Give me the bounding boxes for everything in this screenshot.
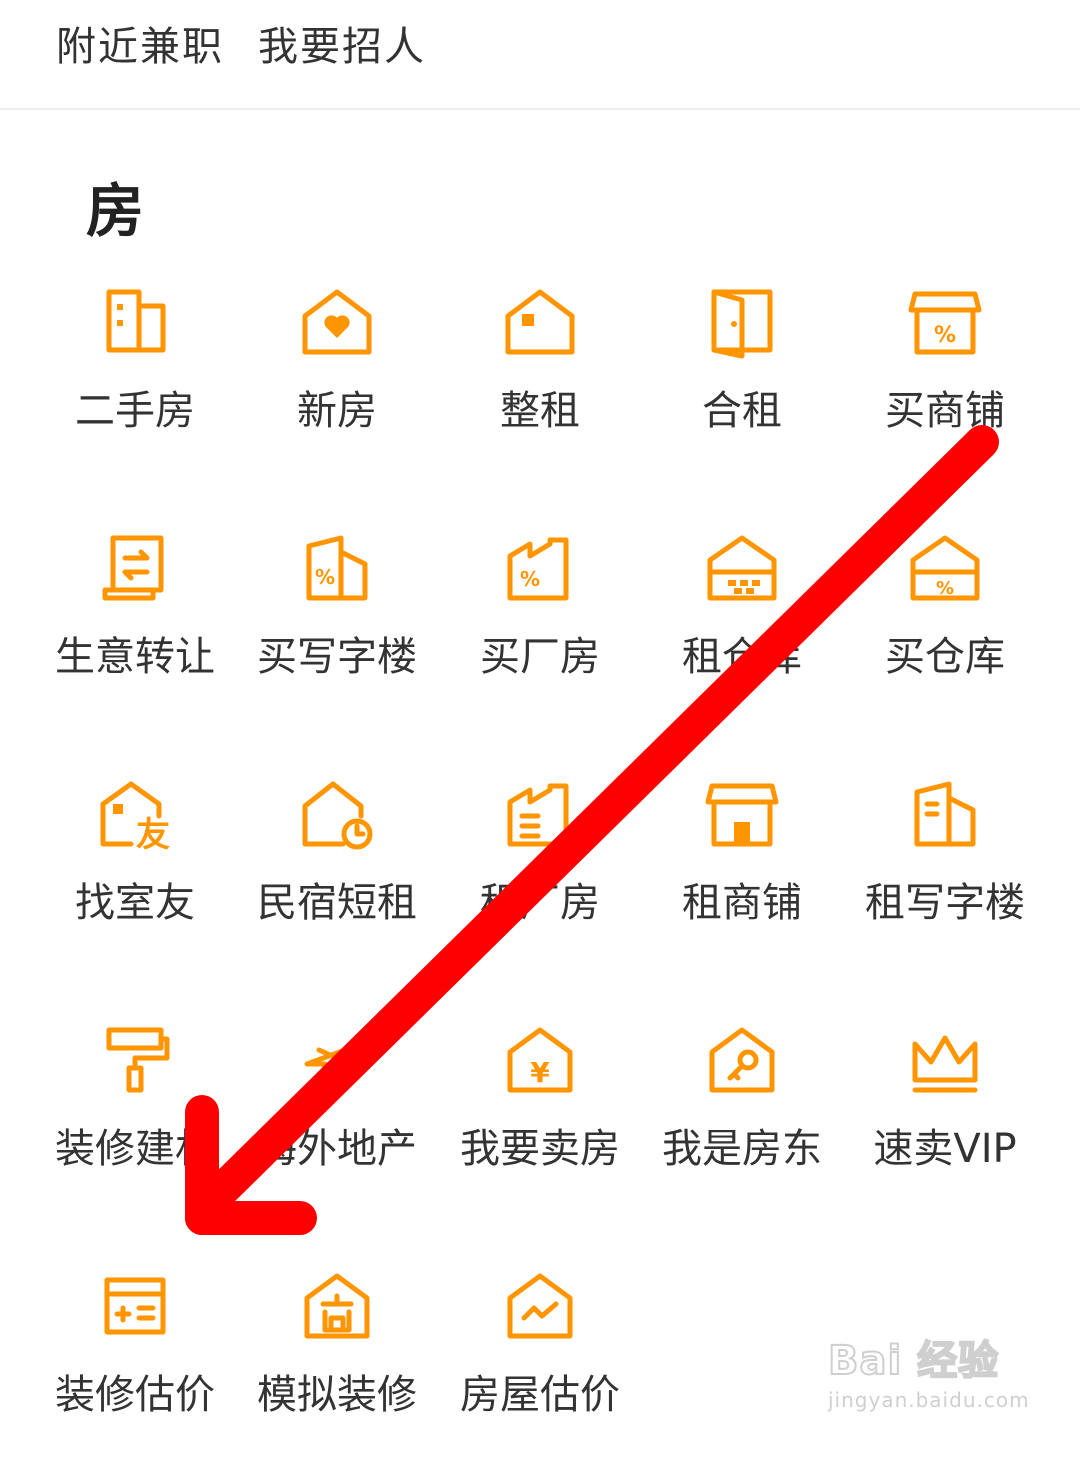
grid-item[interactable]: 租厂房 xyxy=(439,774,641,974)
grid-item[interactable]: % 买写字楼 xyxy=(236,528,438,728)
grid-item[interactable]: % 买厂房 xyxy=(439,528,641,728)
house-yen-icon: ¥ xyxy=(500,1020,580,1100)
shop-icon xyxy=(702,774,782,854)
grid-item[interactable]: % 买仓库 xyxy=(844,528,1046,728)
grid-item[interactable]: 房屋估价 xyxy=(439,1266,641,1466)
plane-icon xyxy=(297,1020,377,1100)
svg-text:友: 友 xyxy=(136,815,170,854)
grid-item-label: 房屋估价 xyxy=(460,1372,620,1418)
grid-item-label: 买仓库 xyxy=(885,634,1005,680)
nearby-part-time-link[interactable]: 附近兼职 xyxy=(56,14,224,72)
section-title: 房 xyxy=(86,177,145,245)
grid-item[interactable]: 二手房 xyxy=(34,282,236,482)
grid-item-label: 租写字楼 xyxy=(865,880,1025,926)
svg-text:%: % xyxy=(934,323,956,348)
paint-roller-icon xyxy=(95,1020,175,1100)
door-icon xyxy=(702,282,782,362)
grid-item-label: 速卖VIP xyxy=(873,1126,1017,1172)
grid-item[interactable]: % 买商铺 xyxy=(844,282,1046,482)
grid-item[interactable]: 速卖VIP xyxy=(844,1020,1046,1220)
house-chart-icon xyxy=(500,1266,580,1346)
house-icon xyxy=(500,282,580,362)
building-icon xyxy=(95,282,175,362)
svg-text:%: % xyxy=(520,567,540,591)
grid-item[interactable]: 装修估价 xyxy=(34,1266,236,1466)
grid-item[interactable]: 整租 xyxy=(439,282,641,482)
house-clock-icon xyxy=(297,774,377,854)
grid-item[interactable]: 友找室友 xyxy=(34,774,236,974)
office-percent-icon: % xyxy=(297,528,377,608)
recruit-link[interactable]: 我要招人 xyxy=(258,14,426,72)
grid-item[interactable]: 海外地产 xyxy=(236,1020,438,1220)
shop-percent-icon: % xyxy=(905,282,985,362)
top-bar: 附近兼职 我要招人 xyxy=(0,0,1080,110)
grid-item[interactable]: 租仓库 xyxy=(641,528,843,728)
grid-item-label: 买商铺 xyxy=(885,388,1005,434)
house-heart-icon xyxy=(297,282,377,362)
grid-item[interactable]: 我是房东 xyxy=(641,1020,843,1220)
warehouse-percent-icon: % xyxy=(905,528,985,608)
svg-text:%: % xyxy=(936,578,954,599)
office-icon xyxy=(905,774,985,854)
factory-percent-icon: % xyxy=(500,528,580,608)
warehouse-icon xyxy=(702,528,782,608)
house-key-icon xyxy=(702,1020,782,1100)
grid-item[interactable]: 装修建材 xyxy=(34,1020,236,1220)
baidu-jingyan-watermark: Bai 经验 jingyan.baidu.com xyxy=(827,1337,1030,1412)
grid-item[interactable]: 合租 xyxy=(641,282,843,482)
factory-icon xyxy=(500,774,580,854)
calculator-icon xyxy=(95,1266,175,1346)
grid-item[interactable]: 民宿短租 xyxy=(236,774,438,974)
crown-icon xyxy=(905,1020,985,1100)
grid-item[interactable]: 模拟装修 xyxy=(236,1266,438,1466)
grid-item[interactable]: 新房 xyxy=(236,282,438,482)
grid-item[interactable]: 生意转让 xyxy=(34,528,236,728)
svg-text:¥: ¥ xyxy=(530,1056,550,1089)
grid-item[interactable]: ¥ 我要卖房 xyxy=(439,1020,641,1220)
grid-item[interactable]: 租商铺 xyxy=(641,774,843,974)
grid-item[interactable]: 租写字楼 xyxy=(844,774,1046,974)
house-friend-icon: 友 xyxy=(95,774,175,854)
document-transfer-icon xyxy=(95,528,175,608)
svg-text:%: % xyxy=(315,565,335,589)
house-building-icon xyxy=(297,1266,377,1346)
